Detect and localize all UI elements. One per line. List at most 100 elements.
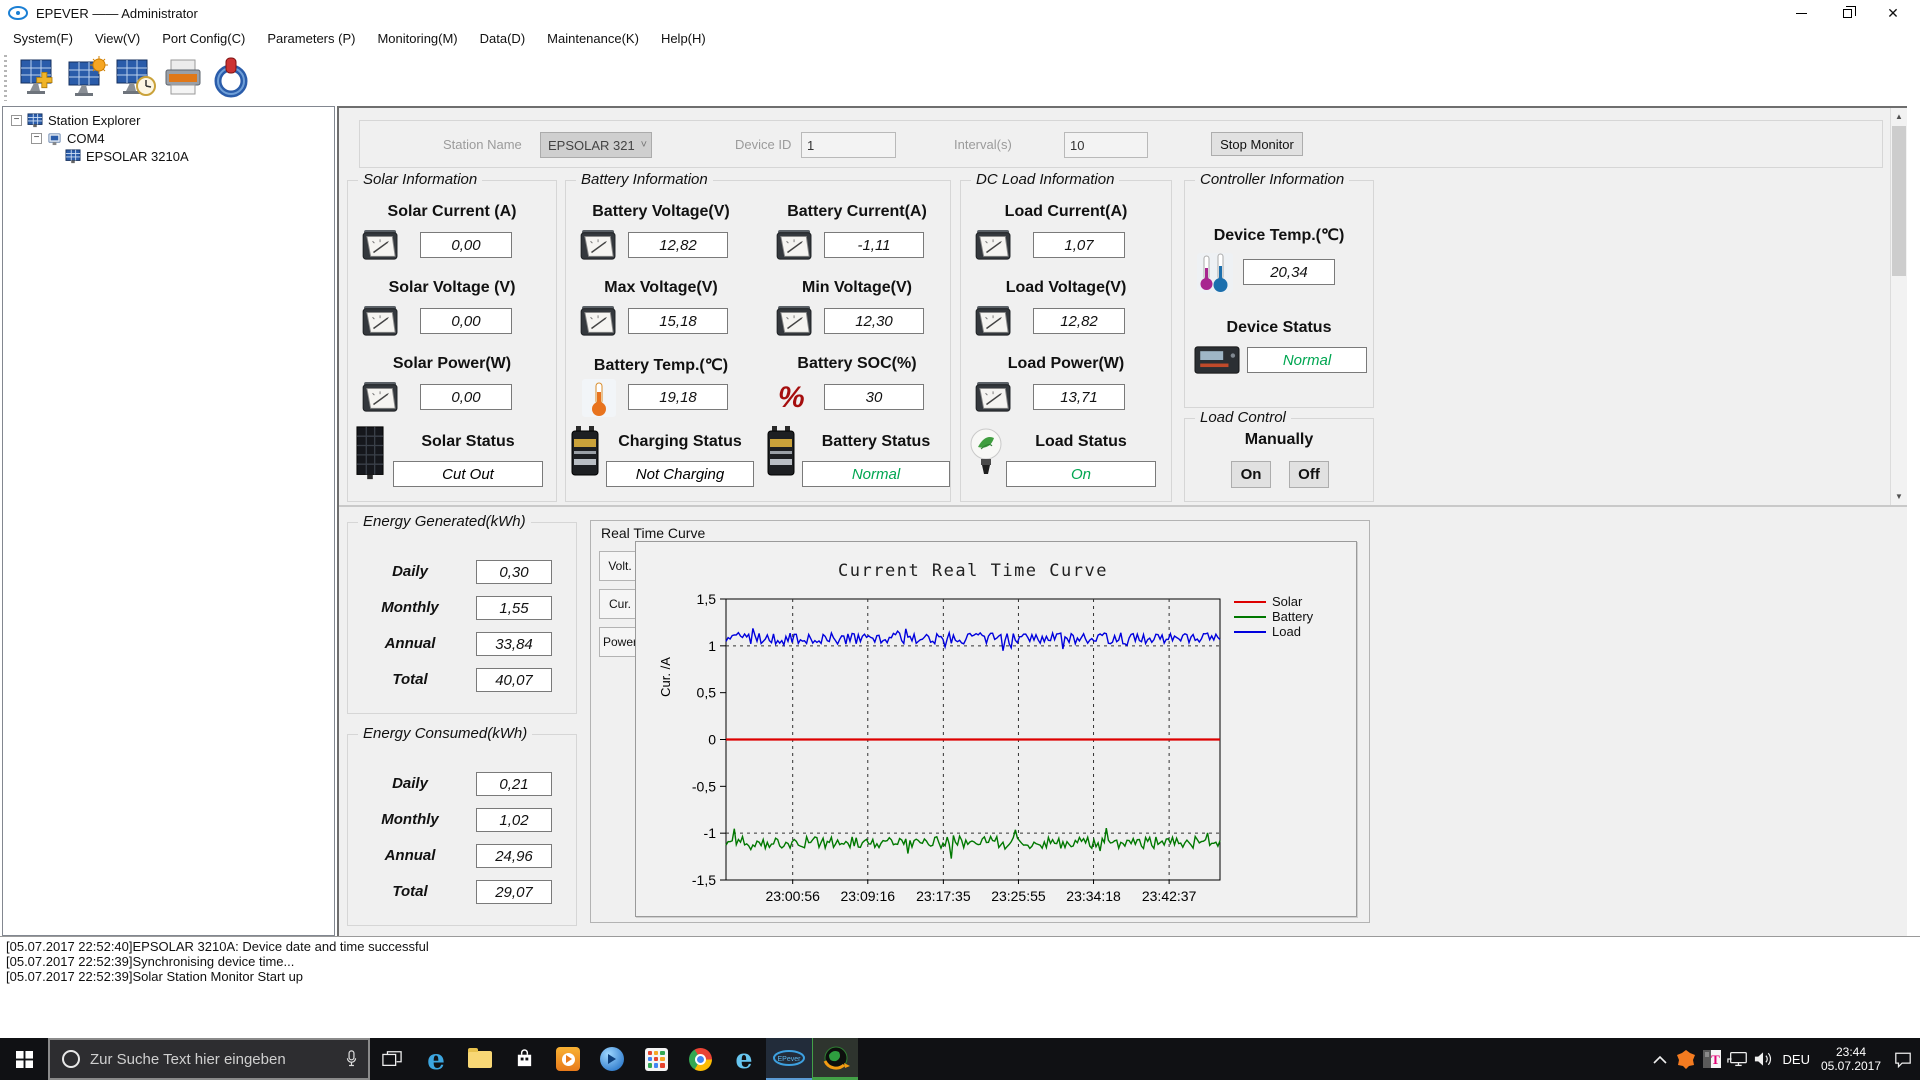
tree-item-station-explorer[interactable]: − Station Explorer <box>3 111 334 129</box>
window-controls: ✕ <box>1778 0 1916 26</box>
scroll-down-icon[interactable]: ▼ <box>1891 488 1907 505</box>
exit-button[interactable] <box>207 54 255 102</box>
edge-icon: e <box>427 1042 445 1076</box>
minimize-button[interactable] <box>1778 0 1824 26</box>
svg-text:-0,5: -0,5 <box>692 778 716 794</box>
station-name-dropdown[interactable]: EPSOLAR 321 ˅ <box>540 132 652 158</box>
clock-button[interactable]: 23:44 05.07.2017 <box>1816 1045 1886 1073</box>
station-explorer-tree: − Station Explorer − COM4 EPSOLAR 3210A <box>2 106 335 936</box>
percent-icon: % <box>776 379 812 413</box>
file-explorer-button[interactable] <box>458 1038 502 1080</box>
menu-help[interactable]: Help(H) <box>650 28 717 49</box>
device-id-field[interactable]: 1 <box>801 132 896 158</box>
stop-monitor-button[interactable]: Stop Monitor <box>1211 132 1303 156</box>
telekom-tray-button[interactable]: T <box>1699 1038 1725 1080</box>
media-player-button[interactable] <box>546 1038 590 1080</box>
log-line: [05.07.2017 22:52:39]Synchronising devic… <box>6 954 295 969</box>
tray-expand-button[interactable] <box>1647 1038 1673 1080</box>
internet-explorer-icon: e <box>735 1043 753 1075</box>
toolbar-drag-handle[interactable] <box>4 55 7 101</box>
dual-thermometer-icon <box>1197 253 1233 293</box>
restore-button[interactable] <box>1824 0 1870 26</box>
device-temp-value: 20,34 <box>1243 259 1335 285</box>
interval-label: Interval(s) <box>954 137 1012 152</box>
solar-status-value: Cut Out <box>393 461 543 487</box>
group-title: Solar Information <box>358 171 483 188</box>
solar-current-label: Solar Current (A) <box>387 203 517 220</box>
group-title: Load Control <box>1195 409 1291 426</box>
load-status-label: Load Status <box>1035 433 1127 450</box>
volume-tray-button[interactable] <box>1751 1038 1777 1080</box>
video-player-button[interactable] <box>590 1038 634 1080</box>
toolbar <box>0 50 1920 106</box>
solar-monitor-taskbar-button[interactable] <box>812 1038 858 1080</box>
collapse-icon[interactable]: − <box>11 114 22 126</box>
keyboard-language-button[interactable]: DEU <box>1777 1052 1816 1067</box>
svg-text:-1: -1 <box>704 825 717 841</box>
cortana-icon <box>62 1050 80 1068</box>
interval-field[interactable]: 10 <box>1064 132 1148 158</box>
total-consumed-value: 29,07 <box>476 880 552 904</box>
menu-parameters[interactable]: Parameters (P) <box>256 28 366 49</box>
add-station-button[interactable] <box>15 54 63 102</box>
menu-data[interactable]: Data(D) <box>469 28 537 49</box>
menu-system[interactable]: System(F) <box>2 28 84 49</box>
device-id-value: 1 <box>807 137 815 153</box>
monthly-label: Monthly <box>381 599 439 616</box>
chrome-button[interactable] <box>678 1038 722 1080</box>
close-button[interactable]: ✕ <box>1870 0 1916 26</box>
com-port-icon <box>47 131 62 146</box>
time-sync-button[interactable] <box>111 54 159 102</box>
tree-item-label: COM4 <box>67 130 105 146</box>
start-button[interactable] <box>0 1038 48 1080</box>
gauge-icon <box>580 305 618 337</box>
main-panel: Station Name EPSOLAR 321 ˅ Device ID 1 I… <box>337 106 1907 936</box>
app-grid-button[interactable] <box>634 1038 678 1080</box>
tree-item-epsolar-3210a[interactable]: EPSOLAR 3210A <box>3 147 334 165</box>
microphone-icon[interactable] <box>345 1049 358 1069</box>
device-status-label: Device Status <box>1226 319 1332 336</box>
battery-temp-value: 19,18 <box>628 384 728 410</box>
chart-legend: Solar Battery Load <box>1234 594 1313 639</box>
gauge-icon <box>975 229 1013 261</box>
load-off-button[interactable]: Off <box>1289 461 1329 488</box>
print-button[interactable] <box>159 54 207 102</box>
annual-generated-value: 33,84 <box>476 632 552 656</box>
menu-port-config[interactable]: Port Config(C) <box>151 28 256 49</box>
gauge-icon <box>776 305 814 337</box>
action-center-button[interactable] <box>1886 1038 1920 1080</box>
menu-maintenance[interactable]: Maintenance(K) <box>536 28 650 49</box>
daily-consumed-value: 0,21 <box>476 772 552 796</box>
svg-text:23:34:18: 23:34:18 <box>1066 888 1121 904</box>
store-button[interactable] <box>502 1038 546 1080</box>
load-power-label: Load Power(W) <box>1007 355 1125 372</box>
network-tray-button[interactable] <box>1725 1038 1751 1080</box>
minimize-icon <box>1795 12 1807 14</box>
tree-item-com4[interactable]: − COM4 <box>3 129 334 147</box>
scroll-up-icon[interactable]: ▲ <box>1891 108 1907 125</box>
internet-explorer-button[interactable]: e <box>722 1038 766 1080</box>
battery-soc-label: Battery SOC(%) <box>797 355 917 372</box>
app-grid-icon <box>644 1047 668 1071</box>
task-view-button[interactable] <box>370 1038 414 1080</box>
load-on-button[interactable]: On <box>1231 461 1271 488</box>
collapse-icon[interactable]: − <box>31 132 42 144</box>
svg-text:Current Real Time Curve: Current Real Time Curve <box>838 561 1108 581</box>
load-voltage-label: Load Voltage(V) <box>1005 279 1127 296</box>
gauge-icon <box>975 381 1013 413</box>
gauge-icon <box>362 229 400 261</box>
battery-current-label: Battery Current(A) <box>787 203 927 220</box>
menu-view[interactable]: View(V) <box>84 28 151 49</box>
solar-config-button[interactable] <box>63 54 111 102</box>
vertical-scrollbar[interactable]: ▲ ▼ <box>1890 108 1907 505</box>
menu-monitoring[interactable]: Monitoring(M) <box>366 28 468 49</box>
scrollbar-thumb[interactable] <box>1892 126 1906 276</box>
epever-app-taskbar-button[interactable]: EPever <box>766 1038 812 1080</box>
menu-bar: System(F) View(V) Port Config(C) Paramet… <box>0 26 1920 50</box>
task-view-icon <box>382 1050 402 1068</box>
add-station-icon <box>17 56 61 100</box>
edge-taskbar-button[interactable]: e <box>414 1038 458 1080</box>
svg-text:23:00:56: 23:00:56 <box>765 888 820 904</box>
taskbar-search[interactable]: Zur Suche Text hier eingeben <box>48 1038 370 1080</box>
antivirus-tray-button[interactable] <box>1673 1038 1699 1080</box>
